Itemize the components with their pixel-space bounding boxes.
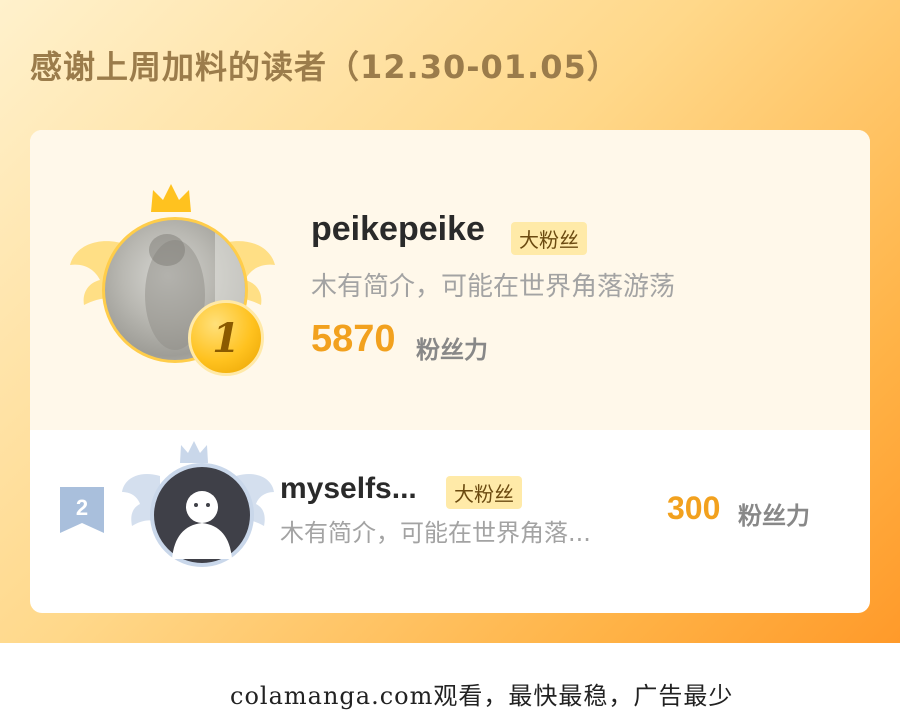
thanks-banner: 感谢上周加料的读者（12.30-01.05） 1 peikepeike 大粉丝 … (0, 0, 900, 643)
ranking-card: 1 peikepeike 大粉丝 木有简介，可能在世界角落游荡 5870 粉丝力… (30, 130, 870, 613)
username[interactable]: peikepeike (311, 210, 485, 249)
user-bio: 木有简介，可能在世界角落游荡 (311, 272, 676, 302)
avatar[interactable] (150, 463, 254, 567)
fan-badge: 大粉丝 (446, 476, 522, 509)
fan-badge: 大粉丝 (511, 222, 587, 255)
score-unit: 粉丝力 (738, 502, 810, 530)
crown-icon (180, 441, 208, 463)
score-unit: 粉丝力 (416, 336, 488, 364)
medal-icon: 1 (188, 300, 264, 376)
rank-1-row[interactable]: 1 peikepeike 大粉丝 木有简介，可能在世界角落游荡 5870 粉丝力 (30, 130, 870, 430)
user-bio: 木有简介，可能在世界角落... (280, 519, 591, 547)
watermark-text: colamanga.com观看，最快最稳，广告最少 (230, 682, 734, 710)
ribbon-icon: 2 (60, 487, 104, 533)
username[interactable]: myselfs... (280, 472, 417, 506)
banner-title: 感谢上周加料的读者（12.30-01.05） (30, 48, 620, 86)
fan-score: 5870 (311, 318, 396, 360)
fan-score: 300 (667, 490, 721, 526)
default-avatar-icon (172, 491, 232, 559)
crown-icon (151, 184, 191, 212)
rank-number: 2 (76, 495, 88, 520)
